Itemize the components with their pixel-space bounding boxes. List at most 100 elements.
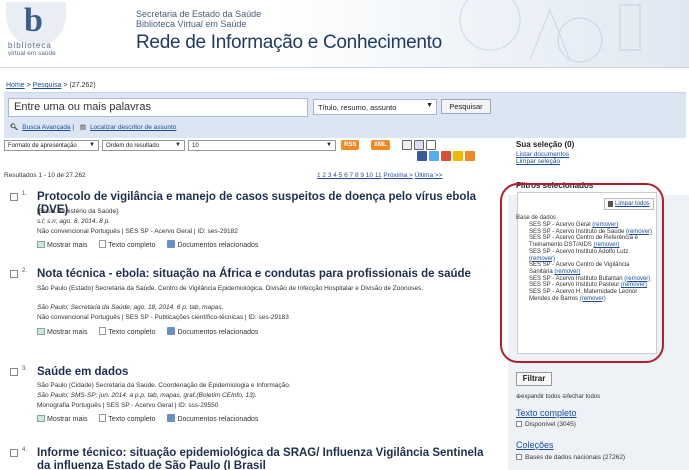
full-text-button[interactable]: Texto completo (99, 414, 156, 423)
per-page-value: 10 (192, 143, 199, 149)
order-select-value: Ordem do resultado (106, 143, 160, 149)
search-button[interactable]: Pesquisar (441, 99, 491, 114)
document-icon (99, 240, 107, 248)
result-number: 4. (22, 447, 28, 453)
chevron-down-icon: ▼ (326, 142, 332, 148)
result-actions: Mostrar mais Texto completo Documentos r… (37, 414, 268, 423)
per-page-select[interactable]: 10 ▼ (188, 140, 336, 151)
breadcrumb: Home > Pesquisa > (27.262) (6, 82, 96, 89)
header-secretaria: Secretaria de Estado da Saúde (136, 9, 262, 19)
result-meta: Monografia Português | SES SP - Acervo G… (37, 402, 219, 409)
search-icon: 🔍︎ (10, 124, 19, 131)
rss-button[interactable]: RSS (341, 140, 360, 150)
header-bvs: Biblioteca Virtual em Saúde (136, 19, 247, 29)
related-icon (167, 240, 176, 248)
print-icon[interactable] (402, 140, 412, 150)
related-docs-button[interactable]: Documentos relacionados (167, 414, 258, 423)
result-checkbox[interactable] (10, 368, 18, 376)
advanced-search-link[interactable]: Busca Avançada (22, 124, 70, 131)
search-field-select[interactable]: Título, resumo, assunto ▼ (313, 99, 437, 115)
collections-filter-title[interactable]: Coleções (516, 440, 554, 450)
show-more-label: Mostrar mais (47, 416, 88, 423)
links-separator: | (72, 124, 75, 131)
result-actions: Mostrar mais Texto completo Documentos r… (37, 240, 268, 249)
favorite-icon[interactable] (453, 151, 463, 161)
format-select-value: Formato de apresentação (8, 143, 77, 149)
filter-button[interactable]: Filtrar (516, 372, 552, 386)
list-documents-link[interactable]: Listar documentos (516, 151, 569, 158)
google-plus-icon[interactable] (441, 151, 451, 161)
page-numbers[interactable]: 1 2 3 4 5 6 7 8 9 10 11 (317, 172, 382, 179)
related-docs-button[interactable]: Documentos relacionados (167, 240, 258, 249)
clear-selection-link[interactable]: Limpar seleção (516, 158, 560, 165)
full-text-label: Texto completo (108, 329, 156, 336)
page: b biblioteca virtual em saúde Secretaria… (0, 0, 689, 470)
twitter-icon[interactable] (429, 151, 439, 161)
breadcrumb-sep: > (24, 82, 33, 89)
show-more-button[interactable]: Mostrar mais (37, 328, 87, 336)
national-db-label: Bases de dados nacionais (27262) (525, 454, 626, 461)
result-authors: [Brasil. Ministério da Saúde]. (37, 208, 120, 215)
available-option[interactable]: Disponível (3045) (516, 421, 576, 428)
descriptor-search-link[interactable]: Localizar descritor de assunto (90, 124, 176, 131)
next-page-link[interactable]: Próxima > (383, 172, 412, 179)
expand-collapse: ⊕expandir todos ⊖fechar todos (516, 393, 600, 400)
document-icon (99, 414, 107, 422)
search-field-value: Título, resumo, assunto (318, 103, 397, 112)
show-more-icon (37, 241, 45, 248)
collapse-all-link[interactable]: fechar todos (567, 394, 600, 400)
bvs-logo[interactable]: b biblioteca virtual em saúde (6, 2, 72, 64)
available-label: Disponível (3045) (525, 421, 576, 428)
result-authors: São Paulo (Estado) Secretaria da Saúde. … (37, 285, 424, 292)
full-text-label: Texto completo (108, 242, 156, 249)
result-title[interactable]: Informe técnico: situação epidemiológica… (37, 447, 487, 470)
result-number: 2. (22, 268, 28, 274)
email-icon[interactable] (426, 140, 436, 150)
order-select[interactable]: Ordem do resultado ▼ (102, 140, 185, 151)
breadcrumb-search[interactable]: Pesquisa (33, 82, 62, 89)
result-source: São Paulo; Secretaria da Saúde; ago. 18,… (37, 304, 224, 311)
show-more-label: Mostrar mais (47, 242, 88, 249)
full-text-filter-title[interactable]: Texto completo (516, 408, 577, 418)
result-number: 3. (22, 366, 28, 372)
xml-button[interactable]: XML (371, 140, 390, 150)
result-actions: Mostrar mais Texto completo Documentos r… (37, 327, 268, 336)
export-icon[interactable] (414, 140, 424, 150)
national-db-option[interactable]: Bases de dados nacionais (27262) (516, 454, 625, 461)
header-title: Rede de Informação e Conhecimento (136, 32, 442, 53)
result-number: 1. (22, 191, 28, 197)
logo-text-biblioteca: biblioteca (8, 41, 52, 50)
show-more-icon (37, 415, 45, 422)
national-db-checkbox[interactable] (516, 454, 522, 460)
result-checkbox[interactable] (10, 449, 18, 457)
result-source: São Paulo; SMS-SP; jun. 2014. a p.p. tab… (37, 392, 257, 399)
chevron-down-icon: ▼ (426, 102, 433, 109)
results-count: Resultados 1 - 10 de 27.262 (4, 172, 86, 179)
breadcrumb-count: (27.262) (69, 82, 96, 89)
result-checkbox[interactable] (10, 270, 18, 278)
result-title[interactable]: Nota técnica - ebola: situação na África… (37, 268, 487, 281)
result-meta: Não convencional Português | SES SP - Ac… (37, 228, 238, 235)
available-checkbox[interactable] (516, 421, 522, 427)
full-text-button[interactable]: Texto completo (99, 327, 156, 336)
show-more-button[interactable]: Mostrar mais (37, 415, 88, 423)
related-icon (167, 414, 176, 422)
last-page-link[interactable]: Última >> (415, 172, 443, 179)
breadcrumb-home[interactable]: Home (6, 82, 25, 89)
show-more-icon (37, 328, 45, 335)
result-title[interactable]: Saúde em dados (37, 366, 487, 379)
full-text-button[interactable]: Texto completo (99, 240, 156, 249)
facebook-icon[interactable] (417, 151, 427, 161)
search-panel: Entre uma ou mais palavras Título, resum… (4, 92, 686, 138)
show-more-button[interactable]: Mostrar mais (37, 241, 88, 249)
related-docs-button[interactable]: Documentos relacionados (167, 327, 258, 336)
result-checkbox[interactable] (10, 193, 18, 201)
pagination: 1 2 3 4 5 6 7 8 9 10 11 Próxima > Última… (317, 172, 442, 179)
search-links: 🔍︎ Busca Avançada | ▤ Localizar descritor … (10, 123, 176, 131)
share-plus-icon[interactable] (465, 151, 475, 161)
search-input[interactable]: Entre uma ou mais palavras (8, 98, 308, 117)
format-select[interactable]: Formato de apresentação ▼ (4, 140, 99, 151)
logo-letter: b (24, 2, 43, 39)
selection-title: Sua seleção (0) (516, 140, 575, 149)
expand-all-link[interactable]: expandir todos (521, 394, 560, 400)
